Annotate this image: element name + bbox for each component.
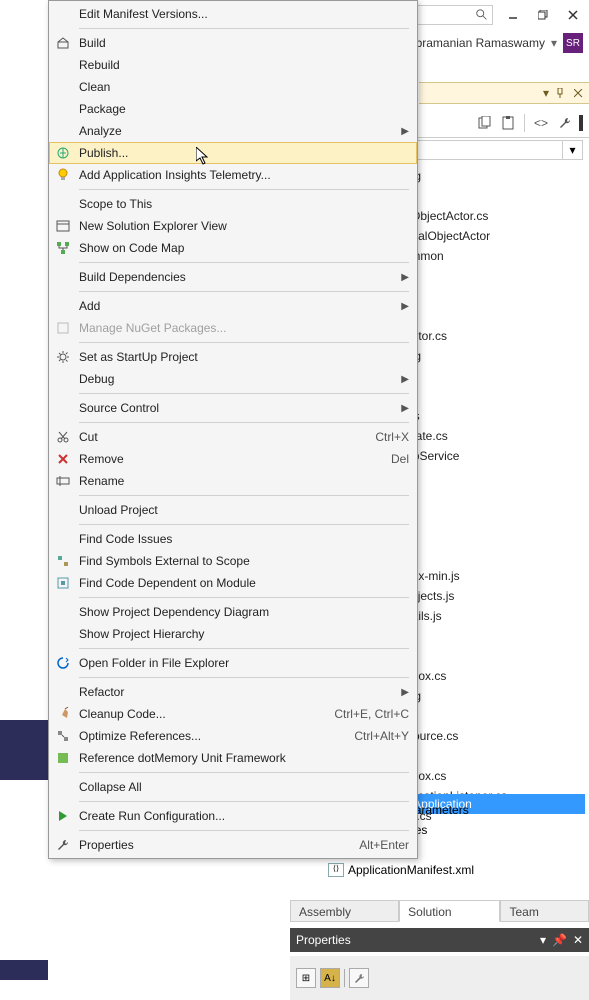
wrench-icon[interactable] <box>555 113 575 133</box>
divider-icon <box>579 115 583 131</box>
menu-cut[interactable]: CutCtrl+X <box>49 426 417 448</box>
menu-package[interactable]: Package <box>49 98 417 120</box>
menu-build-deps[interactable]: Build Dependencies▶ <box>49 266 417 288</box>
menu-edit-manifest[interactable]: Edit Manifest Versions... <box>49 3 417 25</box>
close-button[interactable] <box>563 5 583 25</box>
properties-title: Properties <box>296 933 540 947</box>
categorized-icon[interactable]: ⊞ <box>296 968 316 988</box>
code-icon[interactable]: <> <box>531 113 551 133</box>
menu-run-config[interactable]: Create Run Configuration... <box>49 805 417 827</box>
pin-icon[interactable] <box>553 86 567 100</box>
panel-header: ▾ <box>419 82 589 104</box>
module-icon <box>55 575 71 591</box>
menu-collapse-all[interactable]: Collapse All <box>49 776 417 798</box>
menu-source-control[interactable]: Source Control▶ <box>49 397 417 419</box>
menu-scope[interactable]: Scope to This <box>49 193 417 215</box>
menu-new-view[interactable]: New Solution Explorer View <box>49 215 417 237</box>
menu-refactor[interactable]: Refactor▶ <box>49 681 417 703</box>
menu-codemap[interactable]: Show on Code Map <box>49 237 417 259</box>
broom-icon <box>55 706 71 722</box>
wrench-icon[interactable] <box>349 968 369 988</box>
build-icon <box>55 35 71 51</box>
tree-label: ApplicationManifest.xml <box>348 863 474 877</box>
optimize-icon <box>55 728 71 744</box>
user-name[interactable]: bramanian Ramaswamy <box>416 36 545 50</box>
menu-optimize[interactable]: Optimize References...Ctrl+Alt+Y <box>49 725 417 747</box>
submenu-arrow-icon: ▶ <box>401 126 409 137</box>
lightbulb-icon <box>55 167 71 183</box>
menu-open-folder[interactable]: Open Folder in File Explorer <box>49 652 417 674</box>
symbols-icon <box>55 553 71 569</box>
pin-icon[interactable]: 📌 <box>552 933 567 947</box>
close-icon[interactable]: ✕ <box>573 933 583 947</box>
menu-cleanup[interactable]: Cleanup Code...Ctrl+E, Ctrl+C <box>49 703 417 725</box>
search-dropdown-button[interactable]: ▾ <box>563 140 583 160</box>
menu-rebuild[interactable]: Rebuild <box>49 54 417 76</box>
avatar[interactable]: SR <box>563 33 583 53</box>
menu-find-dependent[interactable]: Find Code Dependent on Module <box>49 572 417 594</box>
submenu-arrow-icon: ▶ <box>401 687 409 698</box>
submenu-arrow-icon: ▶ <box>401 301 409 312</box>
codemap-icon <box>55 240 71 256</box>
menu-build[interactable]: Build <box>49 32 417 54</box>
minimize-button[interactable] <box>503 5 523 25</box>
user-dropdown-arrow[interactable]: ▾ <box>551 36 557 50</box>
properties-header: Properties ▾ 📌 ✕ <box>290 928 589 952</box>
tree-item[interactable]: ⟨⟩ ApplicationManifest.xml <box>314 860 569 880</box>
properties-dropdown-icon[interactable]: ▾ <box>540 933 546 947</box>
search-icon <box>475 8 489 22</box>
tab-team-explorer[interactable]: Team Explorer <box>500 900 589 922</box>
explorer-tabs: Assembly Explorer Solution Explorer Team… <box>290 900 589 922</box>
submenu-arrow-icon: ▶ <box>401 272 409 283</box>
paste-icon[interactable] <box>498 113 518 133</box>
xml-file-icon: ⟨⟩ <box>328 863 344 877</box>
copy-icon[interactable] <box>474 113 494 133</box>
wrench-icon <box>55 837 71 853</box>
menu-rename[interactable]: Rename <box>49 470 417 492</box>
submenu-arrow-icon: ▶ <box>401 403 409 414</box>
menu-telemetry[interactable]: Add Application Insights Telemetry... <box>49 164 417 186</box>
window-icon <box>55 218 71 234</box>
menu-show-dependency-diagram[interactable]: Show Project Dependency Diagram <box>49 601 417 623</box>
menu-add[interactable]: Add▶ <box>49 295 417 317</box>
scissors-icon <box>55 429 71 445</box>
menu-find-issues[interactable]: Find Code Issues <box>49 528 417 550</box>
gear-icon <box>55 349 71 365</box>
menu-startup[interactable]: Set as StartUp Project <box>49 346 417 368</box>
panel-dropdown-icon[interactable]: ▾ <box>543 86 549 100</box>
submenu-arrow-icon: ▶ <box>401 374 409 385</box>
open-folder-icon <box>55 655 71 671</box>
menu-find-symbols[interactable]: Find Symbols External to Scope <box>49 550 417 572</box>
delete-icon <box>55 451 71 467</box>
tab-solution-explorer[interactable]: Solution Explorer <box>399 900 500 922</box>
menu-show-hierarchy[interactable]: Show Project Hierarchy <box>49 623 417 645</box>
alphabetical-icon[interactable]: A↓ <box>320 968 340 988</box>
menu-nuget: Manage NuGet Packages... <box>49 317 417 339</box>
menu-debug[interactable]: Debug▶ <box>49 368 417 390</box>
properties-toolbar: ⊞ A↓ <box>290 956 589 1000</box>
panel-close-icon[interactable] <box>571 86 585 100</box>
menu-properties[interactable]: PropertiesAlt+Enter <box>49 834 417 856</box>
menu-clean[interactable]: Clean <box>49 76 417 98</box>
publish-icon <box>55 145 71 161</box>
nuget-icon <box>55 320 71 336</box>
restore-button[interactable] <box>533 5 553 25</box>
dotmemory-icon <box>55 750 71 766</box>
menu-unload[interactable]: Unload Project <box>49 499 417 521</box>
menu-publish[interactable]: Publish... <box>49 142 417 164</box>
tab-assembly-explorer[interactable]: Assembly Explorer <box>290 900 399 922</box>
project-context-menu: Edit Manifest Versions... Build Rebuild … <box>48 0 418 859</box>
menu-analyze[interactable]: Analyze▶ <box>49 120 417 142</box>
run-config-icon <box>55 808 71 824</box>
menu-remove[interactable]: RemoveDel <box>49 448 417 470</box>
menu-dotmemory[interactable]: Reference dotMemory Unit Framework <box>49 747 417 769</box>
rename-icon <box>55 473 71 489</box>
